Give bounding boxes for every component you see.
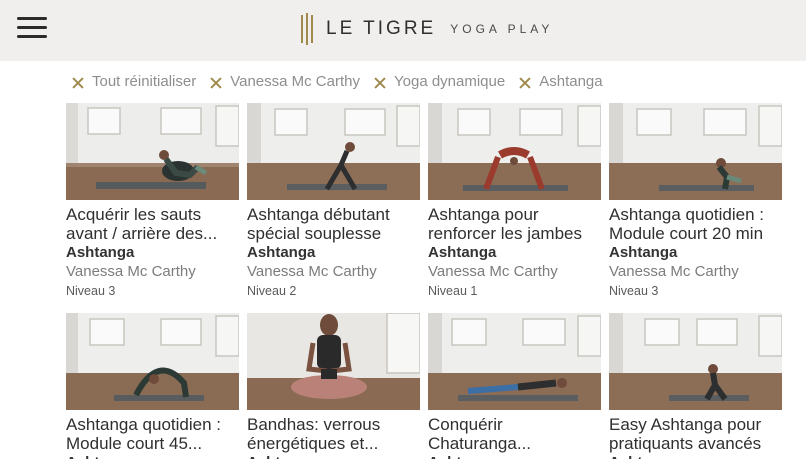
filter-label: Vanessa Mc Carthy xyxy=(230,72,360,90)
brand-name: LE TIGRE xyxy=(326,18,437,39)
hamburger-menu-icon[interactable] xyxy=(17,17,47,39)
video-style: Ashtanga xyxy=(247,244,316,261)
video-style: Ashtanga xyxy=(66,244,135,261)
video-title[interactable]: Acquérir les sauts avant / arrière des..… xyxy=(66,205,239,243)
filter-label: Tout réinitialiser xyxy=(92,72,197,90)
video-thumbnail[interactable] xyxy=(609,313,782,410)
video-thumbnail[interactable] xyxy=(428,313,601,410)
video-style: Asht xyxy=(247,454,420,459)
video-style: Asht xyxy=(428,454,601,459)
video-title[interactable]: Ashtanga quotidien : Module court 45... xyxy=(66,415,239,453)
video-title[interactable]: Bandhas: verrous énergétiques et... xyxy=(247,415,420,453)
video-teacher: Vanessa Mc Carthy xyxy=(247,263,377,280)
video-card[interactable]: Conquérir Chaturanga... Asht xyxy=(428,313,601,459)
brand-subtitle: YOGA PLAY xyxy=(450,22,554,36)
video-thumbnail[interactable] xyxy=(247,103,420,200)
close-icon xyxy=(519,77,531,89)
video-title[interactable]: Ashtanga quotidien : Module court 20 min xyxy=(609,205,782,243)
video-title[interactable]: Ashtanga pour renforcer les jambes xyxy=(428,205,601,243)
brand-logo[interactable]: LE TIGRE YOGA PLAY xyxy=(300,13,553,45)
filter-chip-category[interactable]: Yoga dynamique xyxy=(374,73,505,90)
video-style: Asht xyxy=(66,454,239,459)
video-title[interactable]: Conquérir Chaturanga... xyxy=(428,415,601,453)
filter-chip-style[interactable]: Ashtanga xyxy=(519,73,602,90)
video-teacher: Vanessa Mc Carthy xyxy=(428,263,558,280)
video-level: Niveau 2 xyxy=(247,284,297,298)
video-title[interactable]: Easy Ashtanga pour pratiquants avancés xyxy=(609,415,782,453)
video-level: Niveau 3 xyxy=(609,284,659,298)
video-thumbnail[interactable] xyxy=(247,313,420,410)
video-card[interactable]: Ashtanga quotidien : Module court 45... … xyxy=(66,313,239,459)
video-style: Asht xyxy=(609,454,782,459)
video-card[interactable]: Acquérir les sauts avant / arrière des..… xyxy=(66,103,239,299)
video-teacher: Vanessa Mc Carthy xyxy=(66,263,196,280)
filter-reset-all[interactable]: Tout réinitialiser xyxy=(72,73,196,90)
video-level: Niveau 3 xyxy=(66,284,116,298)
video-style: Ashtanga xyxy=(428,244,497,261)
video-card[interactable]: Bandhas: verrous énergétiques et... Asht xyxy=(247,313,420,459)
video-level: Niveau 1 xyxy=(428,284,478,298)
video-card[interactable]: Ashtanga pour renforcer les jambes Ashta… xyxy=(428,103,601,299)
video-card[interactable]: Easy Ashtanga pour pratiquants avancés A… xyxy=(609,313,782,459)
video-thumbnail[interactable] xyxy=(66,313,239,410)
filter-label: Yoga dynamique xyxy=(394,72,506,90)
active-filters: Tout réinitialiser Vanessa Mc Carthy Yog… xyxy=(72,70,617,92)
filter-label: Ashtanga xyxy=(539,72,603,90)
close-icon xyxy=(210,77,222,89)
app-header: LE TIGRE YOGA PLAY xyxy=(0,0,806,61)
video-thumbnail[interactable] xyxy=(428,103,601,200)
video-style: Ashtanga xyxy=(609,244,678,261)
close-icon xyxy=(374,77,386,89)
video-card[interactable]: Ashtanga débutant spécial souplesse Asht… xyxy=(247,103,420,299)
tiger-claw-icon xyxy=(301,13,313,45)
filter-chip-teacher[interactable]: Vanessa Mc Carthy xyxy=(210,73,360,90)
video-title[interactable]: Ashtanga débutant spécial souplesse xyxy=(247,205,420,243)
video-thumbnail[interactable] xyxy=(66,103,239,200)
video-card[interactable]: Ashtanga quotidien : Module court 20 min… xyxy=(609,103,782,299)
video-thumbnail[interactable] xyxy=(609,103,782,200)
video-teacher: Vanessa Mc Carthy xyxy=(609,263,739,280)
close-icon xyxy=(72,77,84,89)
